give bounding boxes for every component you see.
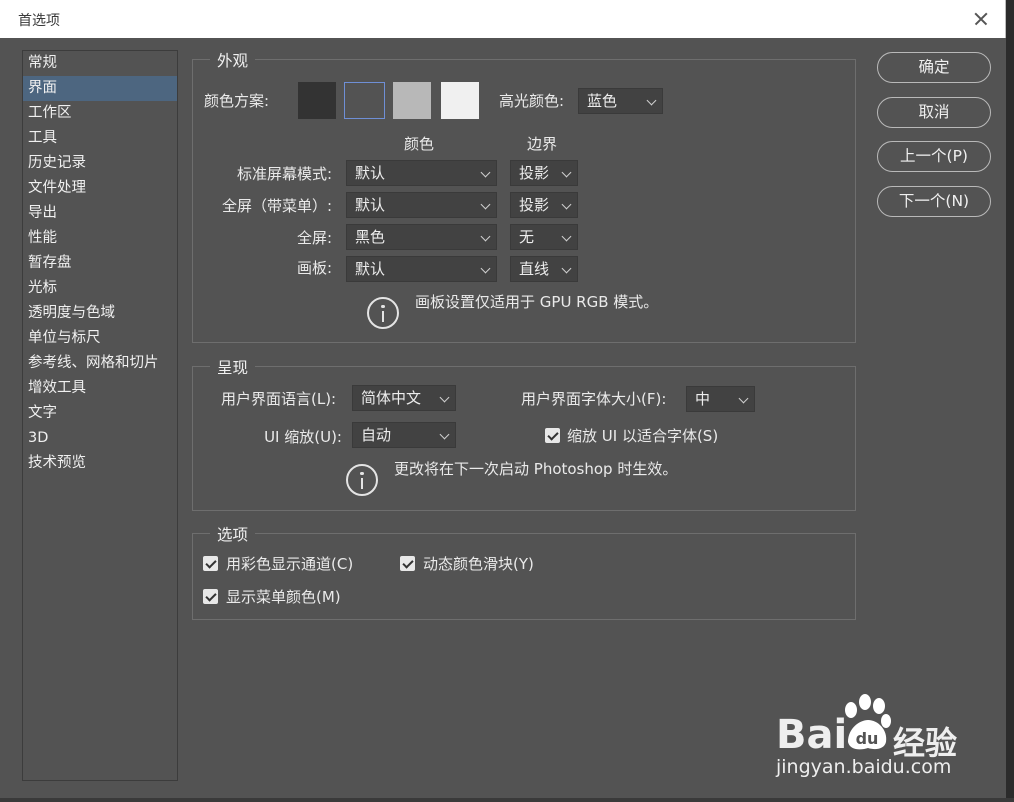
- close-icon[interactable]: [969, 7, 993, 31]
- previous-button[interactable]: 上一个(P): [877, 141, 991, 172]
- sidebar-item-transparency[interactable]: 透明度与色域: [23, 301, 177, 326]
- chevron-down-icon: [480, 231, 491, 242]
- sidebar-item-plugins[interactable]: 增效工具: [23, 376, 177, 401]
- swatch-medium[interactable]: [393, 82, 431, 119]
- ui-scale-dropdown[interactable]: 自动: [352, 422, 456, 448]
- ui-font-size-value: 中: [695, 390, 711, 408]
- sidebar-item-history[interactable]: 历史记录: [23, 151, 177, 176]
- scale-fit-checkbox[interactable]: [545, 428, 560, 443]
- artboard-color-value: 默认: [355, 260, 386, 278]
- sidebar-item-general[interactable]: 常规: [23, 51, 177, 76]
- chevron-down-icon: [480, 263, 491, 274]
- highlight-color-label: 高光颜色:: [499, 92, 565, 110]
- fullscreen-menu-color-dropdown[interactable]: 默认: [346, 192, 497, 218]
- ui-language-dropdown[interactable]: 简体中文: [352, 385, 456, 411]
- fullscreen-menu-color-value: 默认: [355, 196, 386, 214]
- restart-note: 更改将在下一次启动 Photoshop 时生效。: [394, 460, 678, 478]
- standard-screen-border-value: 投影: [519, 164, 550, 182]
- ui-font-size-label: 用户界面字体大小(F):: [521, 390, 667, 408]
- info-icon: [367, 297, 399, 329]
- chevron-down-icon: [738, 393, 749, 404]
- highlight-color-value: 蓝色: [587, 92, 618, 110]
- fullscreen-menu-label: 全屏（带菜单）:: [221, 197, 332, 215]
- ui-language-label: 用户界面语言(L):: [221, 390, 337, 408]
- chevron-down-icon: [480, 167, 491, 178]
- artboard-border-dropdown[interactable]: 直线: [510, 256, 578, 282]
- window-title: 首选项: [18, 13, 60, 29]
- sidebar-item-file-handling[interactable]: 文件处理: [23, 176, 177, 201]
- sidebar-item-tech-preview[interactable]: 技术预览: [23, 451, 177, 476]
- sidebar-item-guides-grid[interactable]: 参考线、网格和切片: [23, 351, 177, 376]
- standard-screen-border-dropdown[interactable]: 投影: [510, 160, 578, 186]
- fullscreen-border-value: 无: [519, 228, 535, 246]
- ui-font-size-dropdown[interactable]: 中: [686, 386, 755, 412]
- appearance-legend: 外观: [210, 49, 256, 71]
- chevron-down-icon: [439, 392, 450, 403]
- menu-colors-checkbox[interactable]: [203, 589, 218, 604]
- sidebar-item-tools[interactable]: 工具: [23, 126, 177, 151]
- sidebar-item-cursors[interactable]: 光标: [23, 276, 177, 301]
- swatch-light[interactable]: [441, 82, 479, 119]
- chevron-down-icon: [561, 231, 572, 242]
- watermark-url: jingyan.baidu.com: [776, 756, 952, 778]
- chevron-down-icon: [561, 199, 572, 210]
- dynamic-sliders-label[interactable]: 动态颜色滑块(Y): [423, 553, 534, 574]
- chevron-down-icon: [646, 95, 657, 106]
- sidebar-item-export[interactable]: 导出: [23, 201, 177, 226]
- ui-language-value: 简体中文: [361, 389, 422, 407]
- chevron-down-icon: [561, 263, 572, 274]
- fullscreen-color-dropdown[interactable]: 黑色: [346, 224, 497, 250]
- fullscreen-menu-border-value: 投影: [519, 196, 550, 214]
- column-header-border: 边界: [527, 135, 558, 153]
- info-icon: [346, 464, 378, 496]
- window-bottom-edge: [0, 798, 1014, 802]
- column-header-color: 颜色: [404, 135, 435, 153]
- title-bar: 首选项: [0, 0, 1006, 38]
- swatch-darkest[interactable]: [298, 82, 336, 119]
- color-scheme-label: 颜色方案:: [204, 92, 270, 110]
- standard-screen-color-dropdown[interactable]: 默认: [346, 160, 497, 186]
- menu-colors-label[interactable]: 显示菜单颜色(M): [226, 586, 341, 607]
- sidebar-item-scratch-disks[interactable]: 暂存盘: [23, 251, 177, 276]
- sidebar-item-performance[interactable]: 性能: [23, 226, 177, 251]
- next-button[interactable]: 下一个(N): [877, 186, 991, 217]
- fullscreen-color-value: 黑色: [355, 228, 386, 246]
- standard-screen-color-value: 默认: [355, 164, 386, 182]
- chevron-down-icon: [561, 167, 572, 178]
- chevron-down-icon: [439, 429, 450, 440]
- swatch-dark-selected[interactable]: [344, 82, 385, 119]
- ok-button[interactable]: 确定: [877, 52, 991, 83]
- presentation-legend: 呈现: [210, 356, 256, 378]
- fullscreen-menu-border-dropdown[interactable]: 投影: [510, 192, 578, 218]
- options-legend: 选项: [210, 523, 256, 545]
- ui-scale-label: UI 缩放(U):: [264, 428, 342, 446]
- highlight-color-dropdown[interactable]: 蓝色: [578, 88, 663, 114]
- standard-screen-label: 标准屏幕模式:: [236, 165, 332, 183]
- paw-logo-icon: du: [845, 694, 891, 750]
- ui-scale-value: 自动: [361, 426, 392, 444]
- fullscreen-border-dropdown[interactable]: 无: [510, 224, 578, 250]
- chevron-down-icon: [480, 199, 491, 210]
- sidebar-item-workspace[interactable]: 工作区: [23, 101, 177, 126]
- sidebar-item-3d[interactable]: 3D: [23, 426, 177, 451]
- artboard-label: 画板:: [296, 259, 332, 277]
- color-channels-checkbox[interactable]: [203, 556, 218, 571]
- sidebar-item-interface[interactable]: 界面: [23, 76, 177, 101]
- fullscreen-label: 全屏:: [296, 229, 332, 247]
- artboard-color-dropdown[interactable]: 默认: [346, 256, 497, 282]
- dynamic-sliders-checkbox[interactable]: [400, 556, 415, 571]
- color-channels-label[interactable]: 用彩色显示通道(C): [226, 553, 353, 574]
- artboard-border-value: 直线: [519, 260, 550, 278]
- scale-fit-label[interactable]: 缩放 UI 以适合字体(S): [567, 425, 718, 446]
- artboard-note: 画板设置仅适用于 GPU RGB 模式。: [415, 293, 659, 311]
- svg-text:du: du: [856, 729, 879, 748]
- watermark-brand: Bai: [776, 712, 848, 758]
- sidebar-item-type[interactable]: 文字: [23, 401, 177, 426]
- sidebar-item-units-rulers[interactable]: 单位与标尺: [23, 326, 177, 351]
- category-list: 常规 界面 工作区 工具 历史记录 文件处理 导出 性能 暂存盘 光标 透明度与…: [22, 50, 178, 781]
- cancel-button[interactable]: 取消: [877, 97, 991, 128]
